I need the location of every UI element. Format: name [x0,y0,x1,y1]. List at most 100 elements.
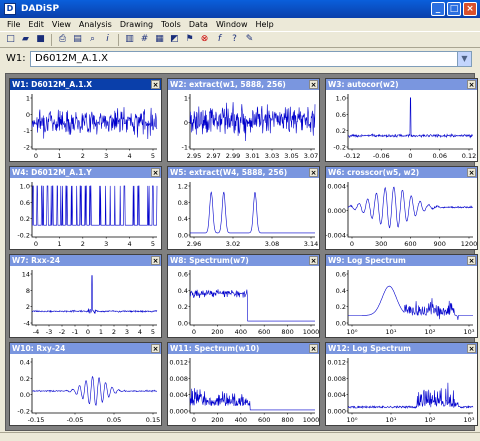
function-icon[interactable]: f [213,33,226,46]
plot-window-9[interactable]: W9: Log Spectrum × 0.6 0.4 0.2 0.0 10⁰ 10¹ 10² 10… [325,254,478,338]
y-tick-label: 0.8 [178,199,188,207]
menu-edit[interactable]: Edit [24,20,48,29]
y-tick-label: 0.008 [169,375,188,383]
plot-window-title-text: W2: extract(w1, 5888, 256) [170,80,286,89]
menu-file[interactable]: File [3,20,24,29]
menu-view[interactable]: View [48,20,75,29]
close-icon[interactable]: × [467,80,476,89]
minimize-button[interactable]: _ [431,2,445,16]
close-icon[interactable]: × [467,344,476,353]
close-icon[interactable]: × [151,168,160,177]
print-icon[interactable]: ⎙ [56,33,69,46]
x-tick-label: 0 [408,152,412,160]
y-tick-label: 14 [22,271,30,279]
x-tick-label: 1000 [303,328,319,336]
close-icon[interactable]: × [467,256,476,265]
plot-window-5[interactable]: W5: extract(W4, 5888, 256) × 1.2 0.8 0.4 0.0 2… [167,166,320,250]
y-tick-label: 0.0 [336,320,346,328]
close-icon[interactable]: × [151,344,160,353]
x-tick-label: 5 [151,240,155,248]
close-icon[interactable]: × [309,168,318,177]
plot-window-2[interactable]: W2: extract(w1, 5888, 256) × 1 0 -1 2.95 2.97 2… [167,78,320,162]
menu-data[interactable]: Data [185,20,212,29]
table-icon[interactable]: ▦ [153,33,166,46]
x-tick-label: 800 [281,416,293,424]
graph-icon[interactable]: ◩ [168,33,181,46]
x-tick-label: 4 [128,152,132,160]
edit-icon[interactable]: ✎ [243,33,256,46]
save-icon[interactable]: ■ [34,33,47,46]
menu-drawing[interactable]: Drawing [116,20,157,29]
title-bar: D DADiSP _ □ × [0,0,480,18]
plot-window-title[interactable]: W8: Spectrum(w7) × [168,255,319,266]
plot-window-12[interactable]: W12: Log Spectrum × 0.012 0.008 0.004 0.000 10… [325,342,478,426]
plot-window-title[interactable]: W7: Rxx-24 × [10,255,161,266]
x-tick-label: 400 [235,328,247,336]
plot-window-3[interactable]: W3: autocor(w2) × 1.0 0.6 0.2 -0.2 -0.12 -0.06 0… [325,78,478,162]
plot-window-title[interactable]: W1: D6012M_A.1.X × [10,79,161,90]
x-tick-label: 0.06 [433,152,447,160]
plot-window-7[interactable]: W7: Rxx-24 × 14 8 2 -4 -4 -3 -2 -1 0 1 2 3 4 5 [9,254,162,338]
grid-icon[interactable]: # [138,33,151,46]
plot-window-title[interactable]: W6: crosscor(w5, w2) × [326,167,477,178]
plot-area: 0.6 0.4 0.2 0.010⁰ 10¹ 10² 10³ [336,270,475,336]
plot-window-title[interactable]: W9: Log Spectrum × [326,255,477,266]
close-icon[interactable]: × [309,344,318,353]
toolbar-separator [118,33,119,46]
help-icon[interactable]: ? [228,33,241,46]
menu-analysis[interactable]: Analysis [75,20,116,29]
plot-window-title[interactable]: W4: D6012M_A.1.Y × [10,167,161,178]
plot-window-title[interactable]: W2: extract(w1, 5888, 256) × [168,79,319,90]
open-icon[interactable]: ▰ [19,33,32,46]
menu-help[interactable]: Help [251,20,277,29]
cancel-icon[interactable]: ⊗ [198,33,211,46]
x-tick-label: 1 [99,328,103,336]
close-icon[interactable]: × [467,168,476,177]
menu-tools[interactable]: Tools [157,20,185,29]
plot-window-1[interactable]: W1: D6012M_A.1.X × 1 0 -1 -2 0 1 2 3 4 5 [9,78,162,162]
y-tick-label: 0.0 [178,320,188,328]
close-icon[interactable]: × [309,256,318,265]
close-icon[interactable]: × [151,256,160,265]
command-input[interactable]: D6012M_A.1.X ▼ [30,50,472,67]
y-tick-label: 1.0 [20,183,30,191]
x-tick-label: 2.95 [187,152,201,160]
flag-icon[interactable]: ⚑ [183,33,196,46]
y-tick-label: 0.000 [327,207,346,215]
plot-window-title[interactable]: W11: Spectrum(w10) × [168,343,319,354]
plot-window-10[interactable]: W10: Rxy-24 × 0.4 0.2 0.0 -0.2 -0.15 -0.05 0.05 0… [9,342,162,426]
plot-window-title[interactable]: W3: autocor(w2) × [326,79,477,90]
plot-window-4[interactable]: W4: D6012M_A.1.Y × 1.0 0.6 0.2 -0.2 0 1 2 3 4 5 [9,166,162,250]
print-preview-icon[interactable]: ▤ [71,33,84,46]
plot-window-title[interactable]: W5: extract(W4, 5888, 256) × [168,167,319,178]
x-tick-label: 0.12 [462,152,476,160]
chart-icon[interactable]: ▥ [123,33,136,46]
new-icon[interactable]: □ [4,33,17,46]
command-label: W1: [6,53,26,64]
worksheet: W1: D6012M_A.1.X × 1 0 -1 -2 0 1 2 3 4 5 W2: extract… [5,73,478,431]
axis-lines [347,358,473,414]
plot-window-6[interactable]: W6: crosscor(w5, w2) × 0.004 0.000 -0.004 0 30… [325,166,478,250]
plot-window-8[interactable]: W8: Spectrum(w7) × 0.6 0.4 0.2 0.0 0 200 400 600 8… [167,254,320,338]
close-icon[interactable]: × [309,80,318,89]
menu-window[interactable]: Window [212,20,252,29]
y-tick-label: 2 [26,303,30,311]
x-tick-label: -3 [46,328,52,336]
x-tick-label: 0.05 [107,416,121,424]
x-tick-label: 0 [34,152,38,160]
series-line [189,289,315,322]
plot-window-title[interactable]: W12: Log Spectrum × [326,343,477,354]
plot-window-title[interactable]: W10: Rxy-24 × [10,343,161,354]
info-icon[interactable]: i [101,33,114,46]
find-icon[interactable]: ⌕ [86,33,99,46]
y-tick-label: 1 [26,95,30,103]
close-icon[interactable]: × [151,80,160,89]
plot-window-11[interactable]: W11: Spectrum(w10) × 0.012 0.008 0.004 0.000 0… [167,342,320,426]
maximize-button[interactable]: □ [447,2,461,16]
series-line [347,97,474,139]
x-tick-label: 5 [151,152,155,160]
y-tick-label: 0 [26,111,30,119]
chevron-down-icon[interactable]: ▼ [457,51,471,66]
close-button[interactable]: × [463,2,477,16]
series-line [189,102,316,142]
